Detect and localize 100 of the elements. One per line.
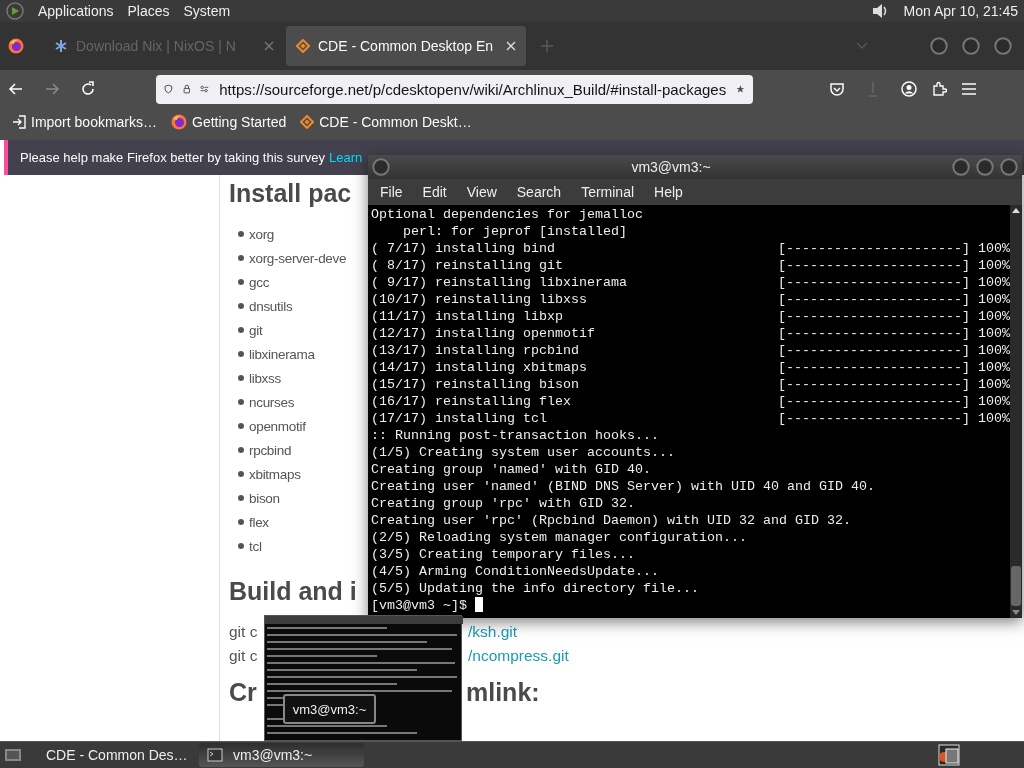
menu-icon[interactable]	[961, 82, 977, 96]
maximize-button[interactable]	[976, 158, 994, 176]
extensions-icon[interactable]	[931, 81, 947, 97]
workspace-icon[interactable]	[938, 744, 960, 766]
menu-item[interactable]: Applications	[38, 3, 114, 19]
firefox-icon[interactable]	[8, 38, 24, 54]
terminal-line: (10/17) reinstalling libxss	[371, 291, 588, 308]
bookmark[interactable]: Import bookmarks…	[12, 113, 158, 130]
taskbar-button[interactable]: CDE - Common Des…	[28, 743, 193, 767]
terminal-line: Creating group 'named' with GID 40.	[371, 461, 651, 478]
clock[interactable]: Mon Apr 10, 21:45	[903, 3, 1018, 19]
menu-item[interactable]: Terminal	[571, 184, 645, 200]
minimize-button[interactable]	[952, 158, 970, 176]
progress-bar-text: [----------------------]	[778, 393, 970, 410]
list-item: libxss	[249, 370, 281, 386]
bullet-icon	[238, 495, 244, 501]
section-heading: Install pac	[229, 178, 352, 208]
firefox-icon	[171, 113, 188, 130]
progress-bar-text: [----------------------]	[778, 291, 970, 308]
bullet-icon	[238, 231, 244, 237]
bookmark[interactable]: Getting Started	[171, 113, 287, 130]
bullet-icon	[238, 255, 244, 261]
pocket-icon[interactable]	[829, 81, 845, 97]
terminal-line: ( 9/17) reinstalling libxinerama	[371, 274, 628, 291]
command-text: git c	[229, 647, 258, 665]
address-bar[interactable]: https://sourceforge.net/p/cdesktopenv/wiki/Archlinux_Build/#install-packages	[156, 74, 753, 104]
progress-percent: 100%	[978, 240, 1010, 257]
bullet-icon	[238, 543, 244, 549]
progress-percent: 100%	[978, 359, 1010, 376]
menu-item[interactable]: File	[370, 184, 413, 200]
window-menu-button[interactable]	[372, 158, 390, 176]
account-icon[interactable]	[901, 81, 917, 97]
list-item: tcl	[249, 538, 262, 554]
section-heading: Build and i	[229, 576, 357, 606]
forward-icon[interactable]	[44, 81, 60, 97]
close-button[interactable]	[994, 37, 1012, 55]
menu-item[interactable]: System	[183, 3, 231, 19]
terminal-line: ( 7/17) installing bind	[371, 240, 556, 257]
learn-link[interactable]: Learn	[328, 150, 363, 165]
list-item: libxinerama	[249, 346, 315, 362]
list-item: dnsutils	[249, 298, 293, 314]
window-title: vm3@vm3:~	[630, 159, 712, 175]
progress-bar-text: [----------------------]	[778, 359, 970, 376]
terminal-line: perl: for jeprof [installed]	[402, 223, 627, 240]
terminal-icon	[207, 748, 223, 762]
tab-icon[interactable]	[296, 39, 310, 53]
reload-icon[interactable]	[80, 81, 96, 97]
bookmark[interactable]: CDE - Common Deskt…	[300, 113, 472, 130]
menu-item[interactable]: Edit	[412, 184, 457, 200]
progress-bar-text: [----------------------]	[778, 308, 970, 325]
maximize-button[interactable]	[962, 37, 980, 55]
bullet-icon	[238, 519, 244, 525]
list-item: flex	[249, 514, 269, 530]
bullet-icon	[238, 447, 244, 453]
menu-item[interactable]: Places	[127, 3, 170, 19]
list-item: openmotif	[249, 418, 306, 434]
show-desktop-icon[interactable]	[4, 747, 22, 763]
bullet-icon	[238, 303, 244, 309]
menu-item[interactable]: Search	[506, 184, 572, 200]
taskbar-button[interactable]: vm3@vm3:~	[199, 743, 364, 767]
progress-bar-text: [----------------------]	[778, 325, 970, 342]
close-icon[interactable]	[264, 41, 274, 51]
progress-percent: 100%	[978, 274, 1010, 291]
bullet-icon	[238, 327, 244, 333]
scroll-up-icon[interactable]	[1012, 207, 1020, 213]
close-button[interactable]	[1000, 158, 1018, 176]
minimize-button[interactable]	[930, 37, 948, 55]
browser-tab[interactable]: CDE - Common Desktop En	[286, 26, 526, 66]
progress-percent: 100%	[978, 325, 1010, 342]
terminal-line: (16/17) reinstalling flex	[371, 393, 572, 410]
progress-bar-text: [----------------------]	[778, 257, 970, 274]
terminal-line: (14/17) installing xbitmaps	[371, 359, 588, 376]
terminal-line: (2/5) Reloading system manager configuration...	[371, 529, 747, 546]
back-icon[interactable]	[8, 81, 24, 97]
menu-item[interactable]: Help	[644, 184, 693, 200]
logo-icon[interactable]	[6, 2, 24, 20]
terminal-line: Creating user 'rpc' (Rpcbind Daemon) with UID 32 and GID 32.	[371, 512, 851, 529]
terminal-line: (13/17) installing rpcbind	[371, 342, 580, 359]
terminal-line: :: Running post-transaction hooks...	[371, 427, 659, 444]
terminal-line: (17/17) installing tcl	[371, 410, 548, 427]
menu-item[interactable]: View	[456, 184, 507, 200]
progress-percent: 100%	[978, 410, 1010, 427]
terminal-line: Optional dependencies for jemalloc	[371, 206, 643, 223]
bullet-icon	[238, 399, 244, 405]
tab-icon[interactable]	[54, 39, 68, 53]
scrollbar[interactable]	[1010, 205, 1022, 618]
progress-bar-text: [----------------------]	[778, 342, 970, 359]
terminal-line: Creating group 'rpc' with GID 32.	[371, 495, 635, 512]
import-icon	[12, 114, 26, 129]
terminal-line: (15/17) reinstalling bison	[371, 376, 580, 393]
bullet-icon	[238, 375, 244, 381]
list-item: ncurses	[249, 394, 295, 410]
scroll-thumb[interactable]	[1011, 566, 1021, 606]
window-label: vm3@vm3:~	[283, 694, 376, 724]
terminal-line: (12/17) installing openmotif	[371, 325, 596, 342]
scroll-down-icon[interactable]	[1012, 610, 1020, 616]
terminal-line: (3/5) Creating temporary files...	[371, 546, 635, 563]
list-item: git	[249, 322, 263, 338]
section-heading: Cr	[229, 678, 257, 707]
list-item: gcc	[249, 274, 270, 290]
